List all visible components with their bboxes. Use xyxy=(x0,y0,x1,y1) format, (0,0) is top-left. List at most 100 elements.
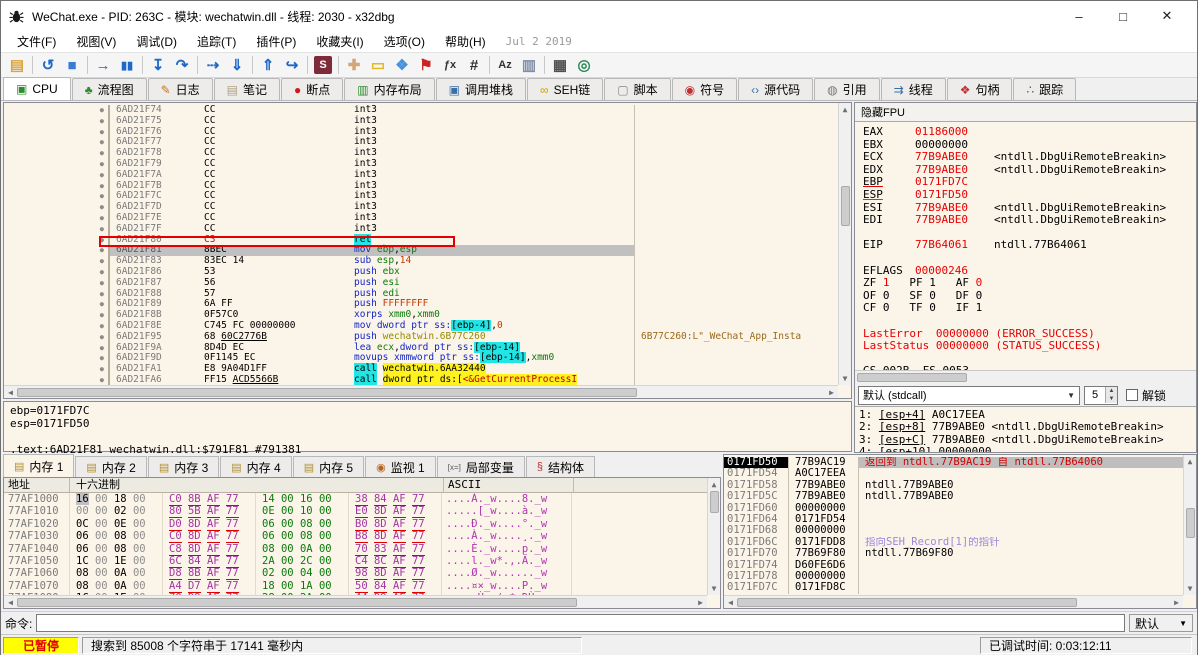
tab-内存-3[interactable]: ▤内存 3 xyxy=(148,456,219,477)
menu-item-p[interactable]: 插件(P) xyxy=(246,31,306,52)
execute-till-return-icon[interactable]: ⇑ xyxy=(256,54,280,76)
stack-row[interactable]: 0171FD5C77B9ABE0ntdll.77B9ABE0 xyxy=(724,491,1183,502)
scroll-down-arrow[interactable]: ▼ xyxy=(839,372,852,385)
menu-item-o[interactable]: 选项(O) xyxy=(374,31,435,52)
step-out-icon[interactable]: ⇓ xyxy=(225,54,249,76)
register-row[interactable]: LastStatus 00000000 (STATUS_SUCCESS) xyxy=(863,340,1196,353)
scroll-thumb[interactable] xyxy=(857,373,967,382)
step-into-icon[interactable]: ↧ xyxy=(146,54,170,76)
dump-row[interactable]: 77AF103006 00 08 00C0 8D AF 7706 00 08 0… xyxy=(4,530,707,542)
scroll-right-arrow[interactable]: ▶ xyxy=(1170,596,1183,609)
step-over-icon[interactable]: ↷ xyxy=(170,54,194,76)
tab-内存-4[interactable]: ▤内存 4 xyxy=(220,456,291,477)
open-file-icon[interactable]: ▤ xyxy=(5,54,29,76)
dump-row[interactable]: 77AF107008 00 0A 00A4 D7 AF 7718 00 1A 0… xyxy=(4,580,707,592)
stack-argument-row[interactable]: 4: [esp+10] 00000000 xyxy=(859,446,1196,452)
breakpoint-gutter[interactable]: ● xyxy=(4,116,108,127)
labels-icon[interactable]: ❖ xyxy=(390,54,414,76)
close-button[interactable]: ✕ xyxy=(1145,2,1189,30)
tab-seh链[interactable]: ∞SEH链 xyxy=(527,78,603,100)
breakpoint-gutter[interactable]: ● xyxy=(4,105,108,116)
command-profile-select[interactable]: 默认 ▼ xyxy=(1129,614,1193,632)
disasm-row[interactable]: ●6AD21FA6FF15 ACD5566Bcall dword ptr ds:… xyxy=(4,375,838,385)
menu-item-i[interactable]: 收藏夹(I) xyxy=(306,31,373,52)
tab-调用堆栈[interactable]: ▣调用堆栈 xyxy=(436,78,526,100)
dump-row[interactable]: 77AF100016 00 18 00C0 8B AF 7714 00 16 0… xyxy=(4,493,707,505)
scroll-thumb[interactable] xyxy=(737,598,1077,607)
tab-线程[interactable]: ⇉线程 xyxy=(881,78,946,100)
run-icon[interactable]: → xyxy=(91,54,115,76)
tab-局部变量[interactable]: [x=]局部变量 xyxy=(437,456,525,477)
scroll-thumb[interactable] xyxy=(841,186,850,226)
stack-row[interactable]: 0171FD74D60FE6D6 xyxy=(724,560,1183,571)
patches-icon[interactable]: ✚ xyxy=(342,54,366,76)
breakpoint-gutter[interactable]: ● xyxy=(4,375,108,385)
scroll-thumb[interactable] xyxy=(1186,508,1195,538)
tab-跟踪[interactable]: ∴跟踪 xyxy=(1013,78,1076,100)
scroll-right-arrow[interactable]: ▶ xyxy=(825,386,838,399)
dump-row[interactable]: 77AF10200C 00 0E 00D0 8D AF 7706 00 08 0… xyxy=(4,518,707,530)
breakpoint-gutter[interactable]: ● xyxy=(4,332,108,343)
dump-row[interactable]: 77AF104006 00 08 00C8 8D AF 7708 00 0A 0… xyxy=(4,543,707,555)
debuggee-notes-icon[interactable]: ▥ xyxy=(517,54,541,76)
breakpoint-gutter[interactable]: ● xyxy=(4,299,108,310)
maximize-button[interactable]: □ xyxy=(1101,2,1145,30)
breakpoint-gutter[interactable]: ● xyxy=(4,127,108,138)
disassembly-vscrollbar[interactable]: ▲ ▼ xyxy=(838,103,851,385)
scroll-left-arrow[interactable]: ◀ xyxy=(4,386,17,399)
scroll-thumb[interactable] xyxy=(710,491,719,513)
breakpoint-gutter[interactable]: ● xyxy=(4,224,108,235)
unlock-checkbox[interactable] xyxy=(1126,389,1138,401)
breakpoint-gutter[interactable]: ● xyxy=(4,181,108,192)
tab-符号[interactable]: ◉符号 xyxy=(672,78,738,100)
run-trace-icon[interactable]: ⇢ xyxy=(201,54,225,76)
register-row[interactable]: ESP0171FD50 xyxy=(863,189,1196,202)
menu-item-f[interactable]: 文件(F) xyxy=(7,31,66,52)
register-row[interactable]: ECX77B9ABE0<ntdll.DbgUiRemoteBreakin> xyxy=(863,151,1196,164)
tab-引用[interactable]: ◍引用 xyxy=(814,78,880,100)
breakpoint-gutter[interactable]: ● xyxy=(4,245,108,256)
scroll-thumb[interactable] xyxy=(17,388,637,397)
tab-监视-1[interactable]: ◉监视 1 xyxy=(365,456,436,477)
scroll-left-arrow[interactable]: ◀ xyxy=(724,596,737,609)
tab-句柄[interactable]: ❖句柄 xyxy=(947,78,1013,100)
breakpoint-gutter[interactable]: ● xyxy=(4,310,108,321)
stack-row[interactable]: 0171FD6000000000 xyxy=(724,503,1183,514)
tab-内存-5[interactable]: ▤内存 5 xyxy=(293,456,364,477)
spin-down-icon[interactable]: ▼ xyxy=(1106,395,1117,403)
scroll-up-arrow[interactable]: ▲ xyxy=(708,478,721,491)
breakpoint-gutter[interactable]: ● xyxy=(4,148,108,159)
tab-断点[interactable]: ●断点 xyxy=(281,78,343,100)
scylla-icon[interactable]: S xyxy=(311,54,335,76)
restart-icon[interactable]: ↺ xyxy=(36,54,60,76)
disassembly-hscrollbar[interactable]: ◀ ▶ xyxy=(4,385,838,398)
breakpoint-gutter[interactable]: ● xyxy=(4,202,108,213)
breakpoint-gutter[interactable]: ● xyxy=(4,321,108,332)
scroll-down-arrow[interactable]: ▼ xyxy=(708,582,721,595)
breakpoint-gutter[interactable]: ● xyxy=(4,191,108,202)
register-row[interactable]: EIP77B64061ntdll.77B64061 xyxy=(863,239,1196,252)
dump-hscrollbar[interactable]: ◀ ▶ xyxy=(4,595,707,608)
tab-内存-1[interactable]: ▤内存 1 xyxy=(3,454,74,477)
breakpoint-gutter[interactable]: ● xyxy=(4,289,108,300)
menu-item-v[interactable]: 视图(V) xyxy=(66,31,126,52)
calling-convention-select[interactable]: 默认 (stdcall) ▼ xyxy=(858,386,1080,405)
tab-流程图[interactable]: ♣流程图 xyxy=(72,78,147,100)
tab-cpu[interactable]: ▣CPU xyxy=(3,77,71,100)
menu-item-t[interactable]: 追踪(T) xyxy=(187,31,246,52)
minimize-button[interactable]: – xyxy=(1057,2,1101,30)
dump-row[interactable]: 77AF10501C 00 1E 006C 84 AF 772A 00 2C 0… xyxy=(4,555,707,567)
breakpoint-gutter[interactable]: ● xyxy=(4,213,108,224)
stack-row[interactable]: 0171FD640171FD54 xyxy=(724,514,1183,525)
disasm-row[interactable]: ●6AD21F7ACCint3 xyxy=(4,170,838,181)
disasm-row[interactable]: ●6AD21F8756push esi xyxy=(4,278,838,289)
functions-icon[interactable]: ƒx xyxy=(438,54,462,76)
register-row[interactable]: EDX77B9ABE0<ntdll.DbgUiRemoteBreakin> xyxy=(863,164,1196,177)
stack-row[interactable]: 0171FD7077B69F80ntdll.77B69F80 xyxy=(724,548,1183,559)
breakpoint-gutter[interactable]: ● xyxy=(4,170,108,181)
breakpoint-gutter[interactable]: ● xyxy=(4,267,108,278)
breakpoint-gutter[interactable]: ● xyxy=(4,256,108,267)
dump-row[interactable]: 77AF101000 00 02 0080 5B AF 770E 00 10 0… xyxy=(4,505,707,517)
dump-vscrollbar[interactable]: ▲ ▼ xyxy=(707,478,720,595)
menu-item-h[interactable]: 帮助(H) xyxy=(435,31,496,52)
